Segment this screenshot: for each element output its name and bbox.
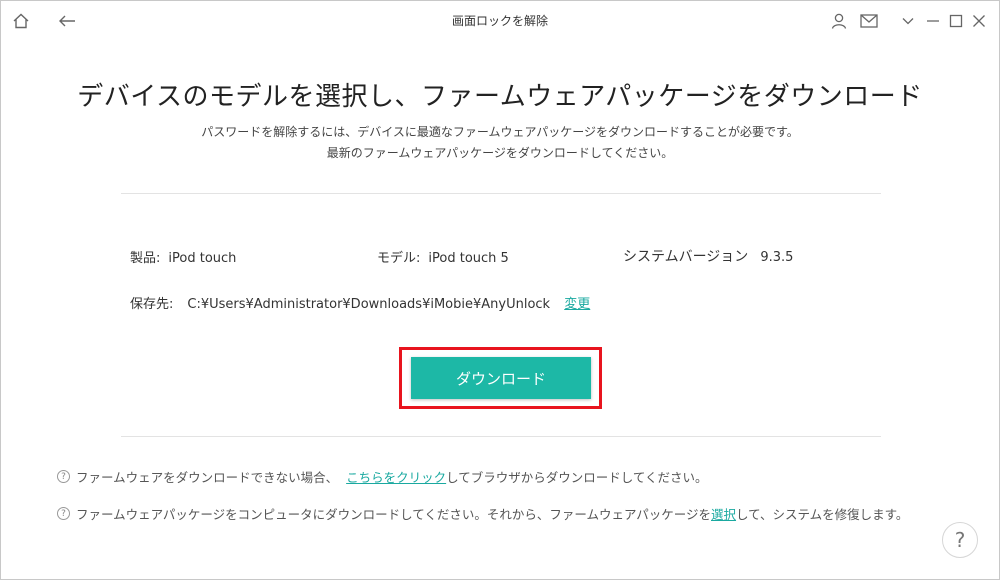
system-version-label: システムバージョン [623, 249, 749, 265]
product-label: 製品: [130, 251, 161, 266]
maximize-icon[interactable] [944, 9, 968, 33]
model-info: モデル: iPod touch 5 [377, 247, 509, 266]
question-circle-icon: ? [57, 507, 70, 520]
subtitle-line-1: パスワードを解除するには、デバイスに最適なファームウェアパッケージをダウンロード… [201, 125, 799, 139]
help-button[interactable]: ? [942, 522, 978, 558]
hint-select-package: ? ファームウェアパッケージをコンピュータにダウンロードしてください。それから、… [57, 504, 908, 523]
title-bar: 画面ロックを解除 [1, 1, 999, 41]
hint1-text-after: してブラウザからダウンロードしてください。 [446, 470, 708, 485]
chevron-down-icon[interactable] [896, 9, 920, 33]
save-path: C:¥Users¥Administrator¥Downloads¥iMobie¥… [187, 297, 551, 312]
select-package-link[interactable]: 選択 [711, 504, 736, 523]
divider-bottom [121, 436, 881, 437]
divider-top [121, 193, 881, 194]
download-button[interactable]: ダウンロード [411, 357, 591, 399]
hint-download-failed: ? ファームウェアをダウンロードできない場合、 こちらをクリック してブラウザか… [57, 467, 708, 486]
hint2-text-after: して、システムを修復します。 [736, 507, 909, 522]
app-window: 画面ロックを解除 デバイスのモデルを選択し、ファームウェアパッケージをダウンロー… [0, 0, 1000, 580]
product-info: 製品: iPod touch [130, 247, 236, 266]
page-title: デバイスのモデルを選択し、ファームウェアパッケージをダウンロード [77, 82, 923, 112]
model-label: モデル: [377, 251, 421, 266]
minimize-icon[interactable] [921, 9, 945, 33]
product-value: iPod touch [168, 251, 237, 266]
click-here-link[interactable]: こちらをクリック [346, 467, 446, 486]
save-location-info: 保存先: C:¥Users¥Administrator¥Downloads¥iMo… [130, 293, 590, 312]
system-version-info: システムバージョン 9.3.5 [623, 246, 793, 266]
model-value: iPod touch 5 [428, 251, 509, 266]
subtitle-line-2: 最新のファームウェアパッケージをダウンロードしてください。 [326, 146, 674, 160]
system-version-value: 9.3.5 [760, 250, 794, 265]
hint1-text-before: ファームウェアをダウンロードできない場合、 [76, 470, 339, 485]
hint2-text-before: ファームウェアパッケージをコンピュータにダウンロードしてください。それから、ファ… [76, 507, 712, 522]
user-icon[interactable] [827, 9, 851, 33]
question-circle-icon: ? [57, 470, 70, 483]
close-icon[interactable] [967, 9, 991, 33]
change-path-link[interactable]: 変更 [564, 297, 590, 312]
mail-icon[interactable] [857, 9, 881, 33]
save-location-label: 保存先: [130, 297, 174, 312]
